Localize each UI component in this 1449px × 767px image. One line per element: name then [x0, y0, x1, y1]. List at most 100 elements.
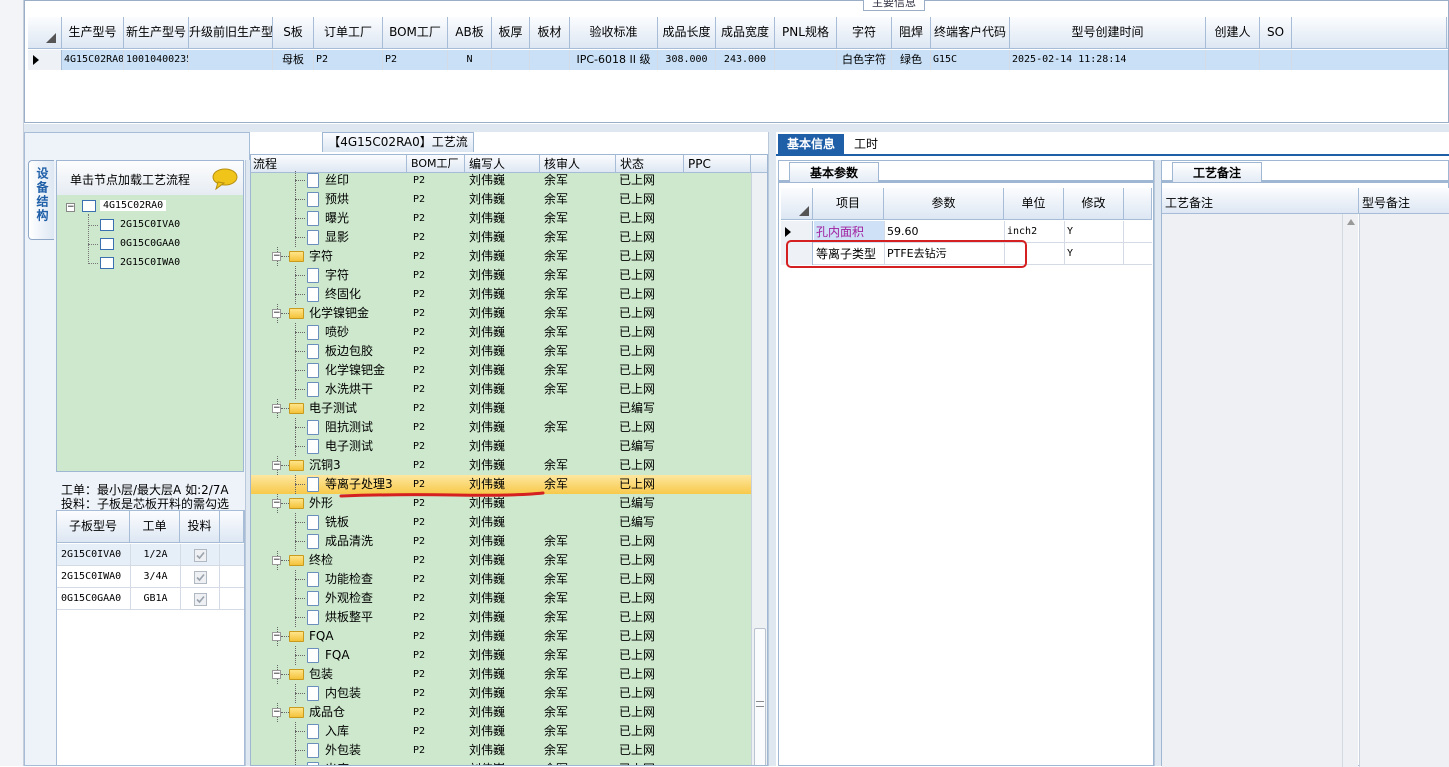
process-reviewer[interactable]: 余军	[544, 551, 614, 570]
tree-node[interactable]: 2G15C0IVA0	[120, 219, 180, 230]
process-bom[interactable]: P2	[413, 380, 463, 399]
process-status[interactable]: 已上网	[619, 608, 683, 627]
process-step-name[interactable]: 包装	[309, 665, 405, 684]
process-reviewer[interactable]: 余军	[544, 304, 614, 323]
main-cell-6[interactable]: N	[448, 50, 492, 70]
sub-cell-model[interactable]: 2G15C0IWA0	[61, 566, 129, 588]
process-status[interactable]: 已上网	[619, 741, 683, 760]
process-status[interactable]: 已上网	[619, 228, 683, 247]
main-col-header-8[interactable]: 板材	[530, 17, 570, 49]
process-writer[interactable]: 刘伟巍	[469, 171, 539, 190]
process-status[interactable]: 已上网	[619, 342, 683, 361]
process-writer[interactable]: 刘伟巍	[469, 399, 539, 418]
process-row[interactable]: 曝光 P2 刘伟巍 余军 已上网	[251, 209, 751, 228]
scrollbar-thumb[interactable]	[754, 628, 766, 765]
process-status[interactable]: 已上网	[619, 380, 683, 399]
process-writer[interactable]: 刘伟巍	[469, 361, 539, 380]
main-col-header-14[interactable]: 阻焊	[892, 17, 931, 49]
process-step-name[interactable]: 沉铜3	[309, 456, 405, 475]
process-step-name[interactable]: 电子测试	[309, 399, 405, 418]
process-reviewer[interactable]: 余军	[544, 209, 614, 228]
process-status[interactable]: 已上网	[619, 627, 683, 646]
process-bom[interactable]: P2	[413, 760, 463, 765]
process-bom[interactable]: P2	[413, 342, 463, 361]
process-row[interactable]: 电子测试 P2 刘伟巍 已编写	[251, 437, 751, 456]
param-header-1[interactable]: 参数	[884, 188, 1004, 220]
process-reviewer[interactable]: 余军	[544, 684, 614, 703]
process-status[interactable]: 已上网	[619, 418, 683, 437]
main-col-header-5[interactable]: BOM工厂	[383, 17, 448, 49]
param-header-0[interactable]: 项目	[813, 188, 884, 220]
process-step-name[interactable]: 成品仓	[309, 703, 405, 722]
param-modify[interactable]: Y	[1064, 221, 1124, 243]
process-reviewer[interactable]: 余军	[544, 722, 614, 741]
process-bom[interactable]: P2	[413, 456, 463, 475]
main-cell-7[interactable]	[492, 50, 530, 70]
process-reviewer[interactable]: 余军	[544, 171, 614, 190]
process-writer[interactable]: 刘伟巍	[469, 741, 539, 760]
horizontal-splitter[interactable]	[24, 124, 1449, 132]
process-writer[interactable]: 刘伟巍	[469, 589, 539, 608]
process-status[interactable]: 已上网	[619, 171, 683, 190]
checkbox-checked-icon[interactable]	[194, 571, 207, 584]
main-col-header-6[interactable]: AB板	[448, 17, 492, 49]
process-step-name[interactable]: 外包装	[325, 741, 407, 760]
process-step-name[interactable]: 化学镍钯金	[309, 304, 405, 323]
process-writer[interactable]: 刘伟巍	[469, 646, 539, 665]
main-col-header-11[interactable]: 成品宽度	[716, 17, 775, 49]
process-step-name[interactable]: FQA	[309, 627, 405, 646]
process-step-name[interactable]: 终固化	[325, 285, 407, 304]
process-status[interactable]: 已上网	[619, 266, 683, 285]
process-bom[interactable]: P2	[413, 171, 463, 190]
process-reviewer[interactable]: 余军	[544, 190, 614, 209]
main-cell-3[interactable]: 母板	[273, 50, 314, 70]
process-reviewer[interactable]: 余军	[544, 646, 614, 665]
tree-node[interactable]: 0G15C0GAA0	[120, 238, 180, 249]
process-bom[interactable]: P2	[413, 741, 463, 760]
main-cell-8[interactable]	[530, 50, 570, 70]
process-status[interactable]: 已上网	[619, 722, 683, 741]
main-cell-13[interactable]: 白色字符	[837, 50, 892, 70]
process-writer[interactable]: 刘伟巍	[469, 608, 539, 627]
process-reviewer[interactable]: 余军	[544, 247, 614, 266]
tree-collapse-icon[interactable]: −	[272, 252, 281, 261]
process-row[interactable]: 预烘 P2 刘伟巍 余军 已上网	[251, 190, 751, 209]
tree-collapse-icon[interactable]: −	[272, 499, 281, 508]
process-bom[interactable]: P2	[413, 627, 463, 646]
sub-cell-model[interactable]: 0G15C0GAA0	[61, 588, 129, 610]
process-writer[interactable]: 刘伟巍	[469, 342, 539, 361]
process-row[interactable]: 字符 P2 刘伟巍 余军 已上网	[251, 266, 751, 285]
process-reviewer[interactable]: 余军	[544, 228, 614, 247]
main-cell-18[interactable]	[1260, 50, 1292, 70]
process-bom[interactable]: P2	[413, 209, 463, 228]
process-reviewer[interactable]: 余军	[544, 323, 614, 342]
process-bom[interactable]: P2	[413, 285, 463, 304]
process-status[interactable]: 已上网	[619, 247, 683, 266]
tree-collapse-icon[interactable]: −	[272, 708, 281, 717]
process-step-name[interactable]: 喷砂	[325, 323, 407, 342]
main-cell-5[interactable]: P2	[383, 50, 448, 70]
process-reviewer[interactable]	[544, 437, 614, 456]
process-writer[interactable]: 刘伟巍	[469, 418, 539, 437]
process-reviewer[interactable]	[544, 513, 614, 532]
process-bom[interactable]: P2	[413, 323, 463, 342]
param-modify[interactable]: Y	[1064, 243, 1124, 265]
process-step-name[interactable]: 阻抗测试	[325, 418, 407, 437]
main-cell-10[interactable]: 308.000	[658, 50, 716, 70]
process-bom[interactable]: P2	[413, 646, 463, 665]
tree-collapse-icon[interactable]: −	[272, 404, 281, 413]
process-reviewer[interactable]: 余军	[544, 456, 614, 475]
process-row[interactable]: 成品清洗 P2 刘伟巍 余军 已上网	[251, 532, 751, 551]
process-writer[interactable]: 刘伟巍	[469, 551, 539, 570]
main-col-header-9[interactable]: 验收标准	[570, 17, 658, 49]
process-reviewer[interactable]: 余军	[544, 703, 614, 722]
remark-scrollbar[interactable]	[1342, 214, 1358, 767]
process-row[interactable]: − 沉铜3 P2 刘伟巍 余军 已上网	[251, 456, 751, 475]
material-checkbox[interactable]	[180, 588, 220, 610]
process-status[interactable]: 已上网	[619, 570, 683, 589]
process-bom[interactable]: P2	[413, 399, 463, 418]
process-row[interactable]: − 电子测试 P2 刘伟巍 已编写	[251, 399, 751, 418]
process-status[interactable]: 已上网	[619, 209, 683, 228]
process-writer[interactable]: 刘伟巍	[469, 209, 539, 228]
main-cell-11[interactable]: 243.000	[716, 50, 775, 70]
